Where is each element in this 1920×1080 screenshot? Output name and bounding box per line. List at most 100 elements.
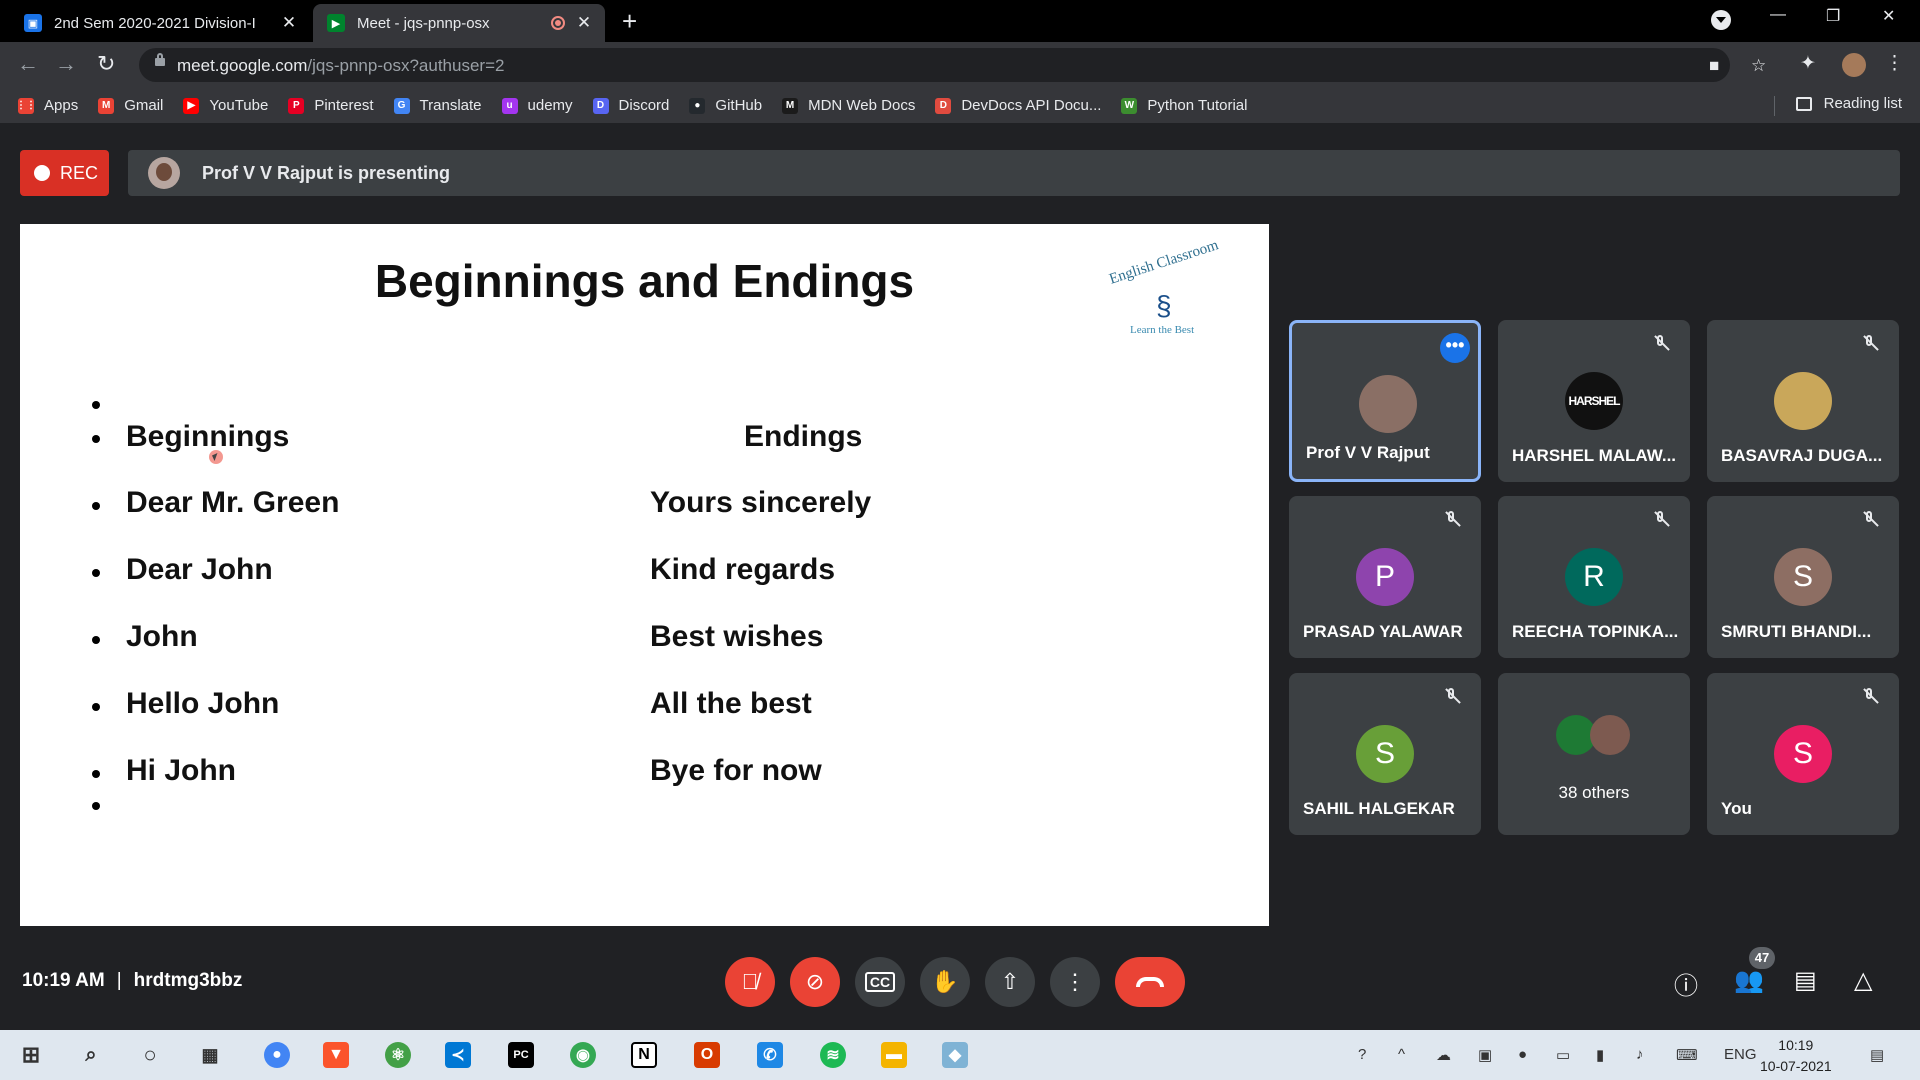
bookmark-item[interactable]: M Gmail	[98, 97, 163, 114]
endings-header: Endings	[744, 420, 863, 453]
network-icon[interactable]: ▭	[1556, 1046, 1570, 1064]
search-icon[interactable]: ⌕	[78, 1042, 104, 1068]
logo-subtext: Learn the Best	[1130, 324, 1195, 336]
participant-tile[interactable]: 38 others	[1498, 673, 1690, 835]
tab-meet[interactable]: ▶ Meet - jqs-pnnp-osx ✕	[313, 4, 605, 42]
maps-icon[interactable]: ◉	[570, 1042, 596, 1068]
spotify-icon[interactable]: ≋	[820, 1042, 846, 1068]
people-icon[interactable]: 👥	[1734, 966, 1764, 995]
meet-tray-icon[interactable]: ▣	[1478, 1046, 1492, 1064]
vscode-icon[interactable]: ≺	[445, 1042, 471, 1068]
close-window-button[interactable]: ✕	[1882, 6, 1895, 26]
microphone-off-button[interactable]: 🎙̸	[725, 957, 775, 1007]
language-indicator[interactable]: ENG	[1724, 1046, 1757, 1063]
ending-item: Kind regards	[650, 553, 836, 586]
new-tab-button[interactable]: +	[622, 8, 637, 34]
bookmark-item[interactable]: M MDN Web Docs	[782, 97, 915, 114]
lock-icon[interactable]	[155, 53, 165, 66]
volume-icon[interactable]: ♪	[1636, 1046, 1644, 1063]
raise-hand-button[interactable]: ✋	[920, 957, 970, 1007]
restore-button[interactable]: ❐	[1826, 6, 1840, 26]
office-icon[interactable]: O	[694, 1042, 720, 1068]
participant-tile[interactable]: R REECHA TOPINKA...	[1498, 496, 1690, 658]
microphone-icon[interactable]: ●	[1518, 1046, 1527, 1063]
reading-list-button[interactable]: Reading list	[1795, 95, 1902, 112]
bookmark-icon: M	[98, 97, 115, 114]
bookmark-item[interactable]: W Python Tutorial	[1121, 97, 1247, 114]
meet-icon: ▶	[327, 14, 345, 32]
bookmark-item[interactable]: ▶ YouTube	[183, 97, 268, 114]
bullet	[92, 703, 100, 711]
bookmark-item[interactable]: G Translate	[393, 97, 482, 114]
bullet	[92, 401, 100, 409]
present-now-button[interactable]: ⇧	[985, 957, 1035, 1007]
chat-icon[interactable]: ▤	[1794, 966, 1817, 995]
extensions-icon[interactable]: ✦	[1800, 52, 1816, 75]
participant-name: HARSHEL MALAW...	[1512, 446, 1677, 465]
minimize-button[interactable]: —	[1770, 6, 1786, 24]
profile-avatar[interactable]	[1842, 53, 1866, 77]
notion-icon[interactable]: N	[631, 1042, 657, 1068]
participant-tile[interactable]: S SAHIL HALGEKAR	[1289, 673, 1481, 835]
reload-icon[interactable]: ↻	[97, 51, 115, 77]
participant-tile[interactable]: S You	[1707, 673, 1899, 835]
camera-off-button[interactable]: ⊘	[790, 957, 840, 1007]
activities-icon[interactable]: △	[1854, 966, 1872, 995]
participant-tile[interactable]: P PRASAD YALAWAR	[1289, 496, 1481, 658]
participant-tile[interactable]: S SMRUTI BHANDI...	[1707, 496, 1899, 658]
tab-search-icon[interactable]	[1711, 10, 1731, 30]
app-icon[interactable]: ◆	[942, 1042, 968, 1068]
back-icon[interactable]: ←	[17, 51, 39, 77]
meeting-details-icon[interactable]: ⓘ	[1674, 966, 1698, 1001]
battery-icon[interactable]: ▮	[1596, 1046, 1604, 1064]
more-options-button[interactable]: ⋮	[1050, 957, 1100, 1007]
mic-muted-icon	[1652, 510, 1670, 528]
cortana-icon[interactable]: ○	[137, 1042, 163, 1068]
captions-button[interactable]: CC	[855, 957, 905, 1007]
task-view-icon[interactable]: ▦	[197, 1042, 223, 1068]
close-tab-icon[interactable]: ✕	[278, 13, 300, 33]
notifications-icon[interactable]: ▤	[1870, 1046, 1884, 1064]
bookmark-item[interactable]: P Pinterest	[288, 97, 374, 114]
tab-classroom[interactable]: ▣ 2nd Sem 2020-2021 Division-I ✕	[10, 4, 310, 42]
bookmark-item[interactable]: ● GitHub	[689, 97, 762, 114]
bullet	[92, 770, 100, 778]
avatar	[1774, 372, 1832, 430]
bookmark-item[interactable]: D DevDocs API Docu...	[935, 97, 1101, 114]
menu-icon[interactable]: ⋮	[1885, 52, 1904, 75]
tab-title: Meet - jqs-pnnp-osx	[357, 14, 490, 32]
atom-icon[interactable]: ⚛	[385, 1042, 411, 1068]
bookmark-icon: D	[592, 97, 609, 114]
recording-badge[interactable]: REC	[20, 150, 109, 196]
leave-call-button[interactable]	[1115, 957, 1185, 1007]
brave-icon[interactable]: ▼	[323, 1042, 349, 1068]
bookmark-label: Python Tutorial	[1147, 97, 1248, 114]
whatsapp-icon[interactable]: ✆	[757, 1042, 783, 1068]
bookmark-star-icon[interactable]: ☆	[1751, 56, 1766, 76]
bookmark-item[interactable]: u udemy	[501, 97, 573, 114]
logo-text: English Classroom	[1107, 237, 1221, 288]
url-text[interactable]: meet.google.com/jqs-pnnp-osx?authuser=2	[177, 56, 504, 76]
participant-options-icon[interactable]: •••	[1440, 333, 1470, 363]
windows-start-icon[interactable]: ⊞	[18, 1042, 44, 1068]
chrome-icon[interactable]: ●	[264, 1042, 290, 1068]
participant-tile[interactable]: Prof V V Rajput •••	[1289, 320, 1481, 482]
pycharm-icon[interactable]: PC	[508, 1042, 534, 1068]
bookmark-item[interactable]: D Discord	[592, 97, 669, 114]
system-clock[interactable]: 10:19 10-07-2021	[1760, 1035, 1832, 1077]
forward-icon[interactable]: →	[55, 51, 77, 77]
participant-tile[interactable]: BASAVRAJ DUGA...	[1707, 320, 1899, 482]
keyboard-icon[interactable]: ⌨	[1676, 1046, 1698, 1064]
tray-expand-icon[interactable]: ^	[1398, 1046, 1405, 1063]
address-bar[interactable]: meet.google.com/jqs-pnnp-osx?authuser=2 …	[139, 48, 1766, 82]
file-explorer-icon[interactable]: ▬	[881, 1042, 907, 1068]
participant-tile[interactable]: HARSHEL HARSHEL MALAW...	[1498, 320, 1690, 482]
close-tab-icon[interactable]: ✕	[573, 13, 595, 33]
beginning-item: Dear John	[126, 553, 273, 586]
avatar: R	[1565, 548, 1623, 606]
camera-icon[interactable]: ■	[1709, 56, 1719, 76]
avatar	[1359, 375, 1417, 433]
help-icon[interactable]: ?	[1358, 1046, 1366, 1063]
bookmark-item[interactable]: ⋮⋮ Apps	[16, 97, 78, 114]
onedrive-icon[interactable]: ☁	[1436, 1046, 1451, 1064]
